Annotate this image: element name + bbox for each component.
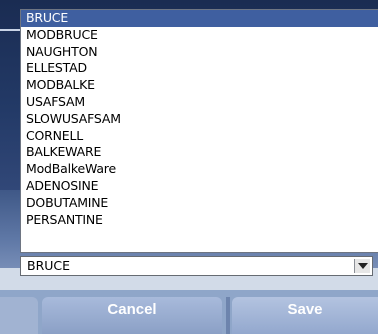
- left-tab: [0, 297, 38, 334]
- protocol-dropdown-list[interactable]: BRUCE MODBRUCE NAUGHTON ELLESTAD MODBALK…: [20, 9, 378, 253]
- dropdown-option[interactable]: PERSANTINE: [21, 212, 378, 229]
- select-value: BRUCE: [27, 258, 71, 273]
- accent-line: [0, 29, 22, 31]
- dropdown-option[interactable]: CORNELL: [21, 128, 378, 145]
- dropdown-option[interactable]: ModBalkeWare: [21, 161, 378, 178]
- dropdown-option[interactable]: BALKEWARE: [21, 144, 378, 161]
- dropdown-option[interactable]: SLOWUSAFSAM: [21, 111, 378, 128]
- dropdown-option[interactable]: ADENOSINE: [21, 178, 378, 195]
- dropdown-option[interactable]: DOBUTAMINE: [21, 195, 378, 212]
- chevron-down-icon[interactable]: [354, 259, 370, 273]
- dropdown-option[interactable]: ELLESTAD: [21, 60, 378, 77]
- dropdown-option[interactable]: USAFSAM: [21, 94, 378, 111]
- dropdown-option[interactable]: MODBALKE: [21, 77, 378, 94]
- protocol-select[interactable]: BRUCE: [20, 256, 373, 276]
- dropdown-option[interactable]: BRUCE: [21, 10, 378, 27]
- dropdown-option[interactable]: NAUGHTON: [21, 44, 378, 61]
- dropdown-option[interactable]: MODBRUCE: [21, 27, 378, 44]
- save-button[interactable]: Save: [232, 297, 378, 334]
- cancel-button[interactable]: Cancel: [42, 297, 222, 334]
- button-divider: [226, 297, 230, 334]
